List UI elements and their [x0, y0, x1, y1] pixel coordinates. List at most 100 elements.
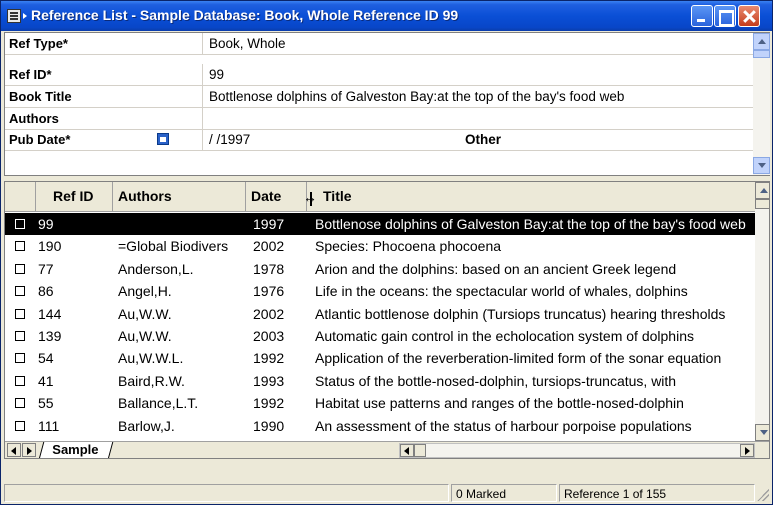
- table-row[interactable]: 144 Au,W.W. 2002 Atlantic bottlenose dol…: [5, 303, 755, 325]
- row-title: Application of the reverberation-limited…: [315, 350, 722, 367]
- pub-date-value[interactable]: / /1997: [209, 132, 250, 147]
- status-pane-empty: [4, 484, 449, 502]
- ref-type-value[interactable]: Book, Whole: [209, 36, 286, 51]
- form-vertical-scrollbar[interactable]: [753, 33, 770, 175]
- horizontal-scrollbar[interactable]: [399, 443, 755, 458]
- table-row[interactable]: 55 Ballance,L.T. 1992 Habitat use patter…: [5, 392, 755, 414]
- scroll-thumb[interactable]: [753, 50, 770, 58]
- field-pub-date[interactable]: Pub Date* / /1997 Other: [5, 129, 753, 151]
- book-title-value[interactable]: Bottlenose dolphins of Galveston Bay:at …: [209, 89, 624, 104]
- row-authors: Au,W.W.: [118, 327, 172, 344]
- table-row[interactable]: 86 Angel,H. 1976 Life in the oceans: the…: [5, 280, 755, 302]
- row-authors: =Global Biodivers: [118, 238, 229, 255]
- status-bar: 0 Marked Reference 1 of 155: [1, 481, 772, 504]
- column-header-date[interactable]: Date: [251, 188, 281, 204]
- reference-list-window: Reference List - Sample Database: Book, …: [0, 0, 773, 505]
- field-ref-type[interactable]: Ref Type* Book, Whole: [5, 33, 753, 55]
- row-title: An assessment of the status of harbour p…: [315, 417, 692, 434]
- row-ref-id: 86: [38, 283, 54, 300]
- row-ref-id: 41: [38, 372, 54, 389]
- scroll-left-arrow-icon[interactable]: [400, 444, 414, 457]
- grid-header: Ref ID Authors Date Title: [5, 182, 755, 212]
- scroll-up-arrow-icon[interactable]: [753, 33, 770, 50]
- scroll-thumb[interactable]: [755, 199, 769, 209]
- row-date: 1976: [253, 283, 285, 300]
- row-title: Automatic gain control in the echolocati…: [315, 327, 694, 344]
- field-book-title[interactable]: Book Title Bottlenose dolphins of Galves…: [5, 86, 753, 108]
- close-button[interactable]: [738, 5, 760, 27]
- other-label: Other: [465, 132, 502, 147]
- row-ref-id: 190: [38, 238, 62, 255]
- sheet-tab-bar: Sample: [5, 441, 769, 458]
- field-label: Ref Type*: [9, 36, 68, 51]
- title-bar[interactable]: Reference List - Sample Database: Book, …: [1, 1, 772, 31]
- row-checkbox[interactable]: [15, 286, 25, 297]
- row-ref-id: 77: [38, 260, 54, 277]
- row-authors: Anderson,L.: [118, 260, 194, 277]
- row-checkbox[interactable]: [15, 308, 25, 319]
- row-title: Bottlenose dolphins of Galveston Bay:at …: [315, 216, 746, 232]
- column-header-ref-id[interactable]: Ref ID: [53, 188, 93, 204]
- row-ref-id: 54: [38, 350, 54, 367]
- row-date: 2002: [253, 305, 285, 322]
- row-title: Arion and the dolphins: based on an anci…: [315, 260, 677, 277]
- column-header-title[interactable]: Title: [323, 188, 352, 204]
- row-authors: Au,W.W.L.: [118, 350, 184, 367]
- row-date: 2002: [253, 238, 285, 255]
- table-row[interactable]: 54 Au,W.W.L. 1992 Application of the rev…: [5, 347, 755, 369]
- field-label: Book Title: [9, 89, 72, 104]
- tab-sample[interactable]: Sample: [38, 442, 114, 458]
- field-ref-id[interactable]: Ref ID* 99: [5, 64, 753, 86]
- resize-grip-icon[interactable]: [757, 489, 769, 501]
- app-list-icon[interactable]: [7, 9, 21, 23]
- column-header-authors[interactable]: Authors: [118, 188, 172, 204]
- row-ref-id: 111: [38, 417, 60, 434]
- reference-position: Reference 1 of 155: [559, 484, 755, 502]
- field-label: Pub Date*: [9, 132, 71, 147]
- row-title: Atlantic bottlenose dolphin (Tursiops tr…: [315, 305, 726, 322]
- row-checkbox[interactable]: [15, 420, 25, 431]
- window-menu-arrow-icon[interactable]: [23, 13, 27, 19]
- tab-scroll-left-icon[interactable]: [7, 443, 21, 457]
- row-checkbox[interactable]: [15, 330, 25, 341]
- table-row[interactable]: 139 Au,W.W. 2003 Automatic gain control …: [5, 325, 755, 347]
- row-checkbox[interactable]: [15, 398, 25, 409]
- row-title: Status of the bottle-nosed-dolphin, turs…: [315, 372, 677, 389]
- row-date: 1993: [253, 372, 285, 389]
- field-label: Authors: [9, 111, 59, 126]
- minimize-button[interactable]: [691, 5, 713, 27]
- table-row[interactable]: 190 =Global Biodivers 2002 Species: Phoc…: [5, 235, 755, 257]
- row-date: 1992: [253, 395, 285, 412]
- table-row[interactable]: 111 Barlow,J. 1990 An assessment of the …: [5, 415, 755, 437]
- grid-vertical-scrollbar[interactable]: [755, 182, 769, 442]
- row-date: 2003: [253, 327, 285, 344]
- horizontal-scroll-thumb[interactable]: [414, 444, 426, 457]
- row-checkbox[interactable]: [15, 219, 25, 229]
- reference-list-grid: Ref ID Authors Date Title 99 1997 Bottle…: [4, 181, 770, 459]
- row-ref-id: 99: [38, 216, 54, 232]
- marked-count: 0 Marked: [451, 484, 557, 502]
- scroll-up-arrow-icon[interactable]: [755, 182, 769, 199]
- table-row[interactable]: 99 1997 Bottlenose dolphins of Galveston…: [5, 213, 755, 236]
- row-authors: Au,W.W.: [118, 305, 172, 322]
- row-checkbox[interactable]: [15, 263, 25, 274]
- reference-form: Ref Type* Book, Whole Ref ID* 99 Book Ti…: [4, 32, 770, 176]
- row-checkbox[interactable]: [15, 353, 25, 364]
- maximize-button[interactable]: [714, 5, 736, 27]
- field-authors[interactable]: Authors: [5, 108, 753, 130]
- row-authors: Barlow,J.: [118, 417, 175, 434]
- scroll-down-arrow-icon[interactable]: [755, 424, 769, 441]
- row-checkbox[interactable]: [15, 375, 25, 386]
- ref-id-value[interactable]: 99: [209, 67, 224, 82]
- row-ref-id: 55: [38, 395, 54, 412]
- row-title: Life in the oceans: the spectacular worl…: [315, 283, 688, 300]
- table-row[interactable]: 41 Baird,R.W. 1993 Status of the bottle-…: [5, 370, 755, 392]
- calendar-icon[interactable]: [157, 133, 169, 145]
- row-ref-id: 139: [38, 327, 62, 344]
- table-row[interactable]: 77 Anderson,L. 1978 Arion and the dolphi…: [5, 258, 755, 280]
- scroll-right-arrow-icon[interactable]: [740, 444, 754, 457]
- tab-label: Sample: [52, 442, 99, 457]
- row-checkbox[interactable]: [15, 241, 25, 252]
- scroll-down-arrow-icon[interactable]: [753, 157, 770, 174]
- tab-scroll-right-icon[interactable]: [22, 443, 36, 457]
